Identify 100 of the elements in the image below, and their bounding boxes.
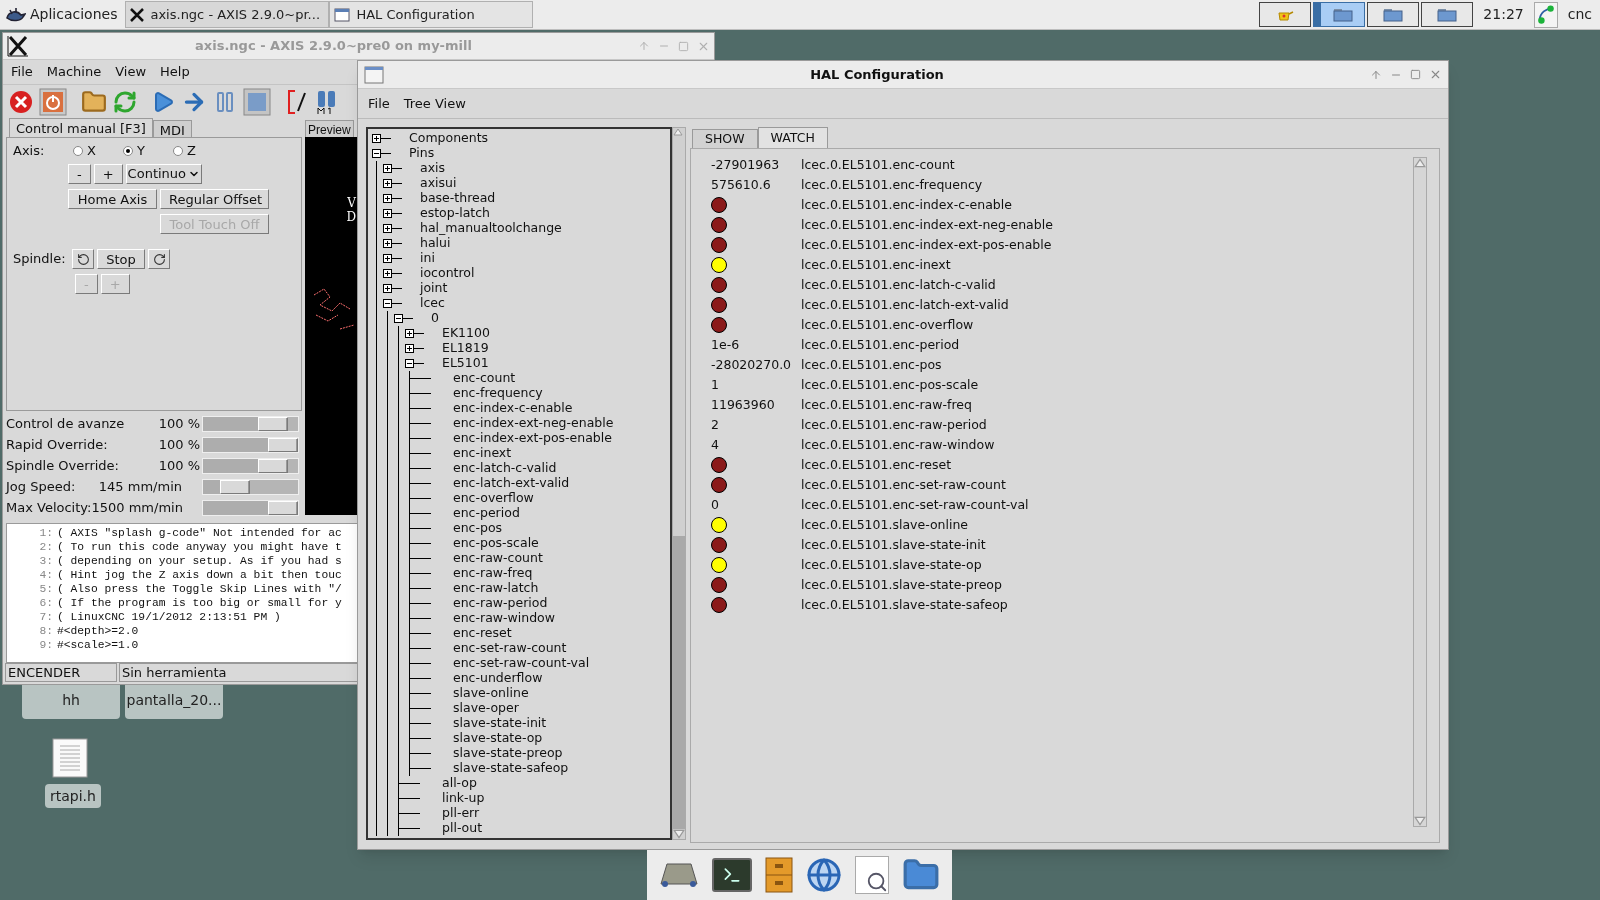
menu-item[interactable]: File [368, 93, 390, 114]
preview-tab[interactable]: Preview [305, 120, 354, 137]
menu-item[interactable]: Machine [46, 62, 102, 82]
pin-name: lcec.0.EL5101.enc-set-raw-count-val [801, 495, 1029, 514]
reload-icon[interactable] [113, 89, 137, 114]
tab[interactable]: WATCH [757, 127, 828, 148]
override-slider[interactable] [202, 499, 299, 516]
pin-name: lcec.0.EL5101.enc-pos-scale [801, 375, 979, 394]
slider-thumb[interactable] [258, 416, 289, 431]
action-button[interactable]: Home Axis [68, 189, 157, 209]
network-icon[interactable] [1533, 1, 1558, 28]
pin-value: -28020270.0 [711, 355, 792, 374]
slider-thumb[interactable] [258, 458, 289, 473]
menu-item[interactable]: Tree View [403, 93, 466, 114]
jog-button[interactable]: - [68, 164, 91, 184]
cabinet-icon[interactable] [765, 857, 794, 893]
expand-icon[interactable] [383, 224, 392, 233]
override-slider[interactable] [202, 478, 299, 495]
override-slider[interactable] [202, 415, 299, 432]
globe-icon[interactable] [805, 857, 842, 893]
scroll-thumb[interactable] [673, 536, 685, 829]
expand-icon[interactable] [405, 344, 414, 353]
override-label: Rapid Override: [6, 435, 108, 454]
tab[interactable]: Control manual [F3] [9, 118, 153, 137]
expand-icon[interactable] [383, 194, 392, 203]
line-number: 6: [38, 596, 54, 610]
expand-icon[interactable] [383, 284, 392, 293]
collapse-icon[interactable] [394, 314, 403, 323]
line-number: 5: [38, 582, 54, 596]
pin-value: 1e-6 [711, 335, 740, 354]
x-logo-icon [7, 35, 29, 57]
radio-button[interactable] [73, 146, 83, 156]
rotate-right-icon [152, 252, 166, 266]
close-icon[interactable] [1429, 68, 1442, 81]
expand-icon[interactable] [372, 134, 381, 143]
override-slider[interactable] [202, 457, 299, 474]
slider-thumb[interactable] [220, 479, 251, 494]
spindle-ccw-button[interactable] [72, 249, 94, 269]
maximize-icon[interactable] [1410, 69, 1421, 80]
override-label: Spindle Override: [6, 456, 119, 475]
line-number: 2: [38, 540, 54, 554]
task-button[interactable]: axis.ngc - AXIS 2.9.0~pr... [125, 1, 330, 28]
slider-thumb[interactable] [267, 437, 298, 452]
slider-thumb[interactable] [267, 500, 298, 515]
collapse-icon[interactable] [372, 149, 381, 158]
collapse-icon[interactable] [383, 299, 392, 308]
file-label[interactable]: hh [22, 685, 120, 719]
radio-button[interactable] [173, 146, 183, 156]
pin-name: lcec.0.EL5101.slave-state-op [801, 555, 982, 574]
menu-item[interactable]: View [115, 62, 147, 82]
power-icon[interactable] [39, 87, 67, 116]
expand-icon[interactable] [405, 329, 414, 338]
pin-name: lcec.0.EL5101.slave-state-safeop [801, 595, 1008, 614]
teapot-button[interactable] [1259, 2, 1312, 27]
axis-label: Axis: [13, 142, 46, 161]
expand-icon[interactable] [383, 239, 392, 248]
estop-icon[interactable] [9, 89, 33, 114]
spindle-cw-button[interactable] [148, 249, 170, 269]
action-button[interactable]: Regular Offset [160, 189, 269, 209]
document-search-icon[interactable] [854, 856, 889, 894]
scrollbar[interactable] [672, 127, 686, 840]
menu-item[interactable]: Help [160, 62, 190, 82]
scrollbar[interactable] [1413, 157, 1427, 827]
pin-name: lcec.0.EL5101.enc-count [801, 155, 955, 174]
pin-name: lcec.0.EL5101.slave-state-init [801, 535, 986, 554]
spindle-stop-button[interactable]: Stop [97, 249, 145, 269]
desktop-icon[interactable] [659, 862, 700, 888]
tab[interactable]: MDI [152, 120, 192, 137]
workspace-button[interactable] [1421, 2, 1474, 27]
tab[interactable]: SHOW [692, 129, 758, 148]
preview-text: V [347, 197, 356, 209]
workspace-button[interactable] [1367, 2, 1420, 27]
pin-name: lcec.0.EL5101.enc-index-c-enable [801, 195, 1012, 214]
applications-menu[interactable]: Aplicaciones [0, 0, 122, 29]
task-button[interactable]: HAL Configuration [329, 1, 534, 28]
jog-button[interactable]: + [93, 164, 123, 184]
document-icon[interactable] [52, 738, 88, 778]
line-number: 7: [38, 610, 54, 624]
radio-button[interactable] [123, 146, 133, 156]
pin-name: lcec.0.EL5101.enc-period [801, 335, 960, 354]
menu-item[interactable]: File [11, 62, 33, 82]
skip-lines-icon[interactable] [285, 88, 309, 115]
override-label: Control de avanze [6, 414, 125, 433]
expand-icon[interactable] [383, 179, 392, 188]
expand-icon[interactable] [383, 269, 392, 278]
terminal-icon[interactable] [712, 858, 753, 892]
folder-icon[interactable] [81, 88, 107, 115]
expand-icon[interactable] [383, 209, 392, 218]
expand-icon[interactable] [383, 164, 392, 173]
file-label[interactable]: pantalla_20... [125, 685, 223, 719]
pin-value: 575610.6 [711, 175, 771, 194]
pin-name: lcec.0.EL5101.enc-set-raw-count [801, 475, 1006, 494]
expand-icon[interactable] [383, 254, 392, 263]
gcode-line: ( To run this code anyway you might have t [57, 540, 342, 554]
override-slider[interactable] [202, 436, 299, 453]
collapse-icon[interactable] [405, 359, 414, 368]
pin-value: 4 [711, 435, 719, 454]
file-label[interactable]: rtapi.h [45, 784, 101, 808]
jog-mode-dropdown[interactable]: Continuo [125, 164, 202, 184]
pin-name: lcec.0.EL5101.enc-raw-window [801, 435, 995, 454]
